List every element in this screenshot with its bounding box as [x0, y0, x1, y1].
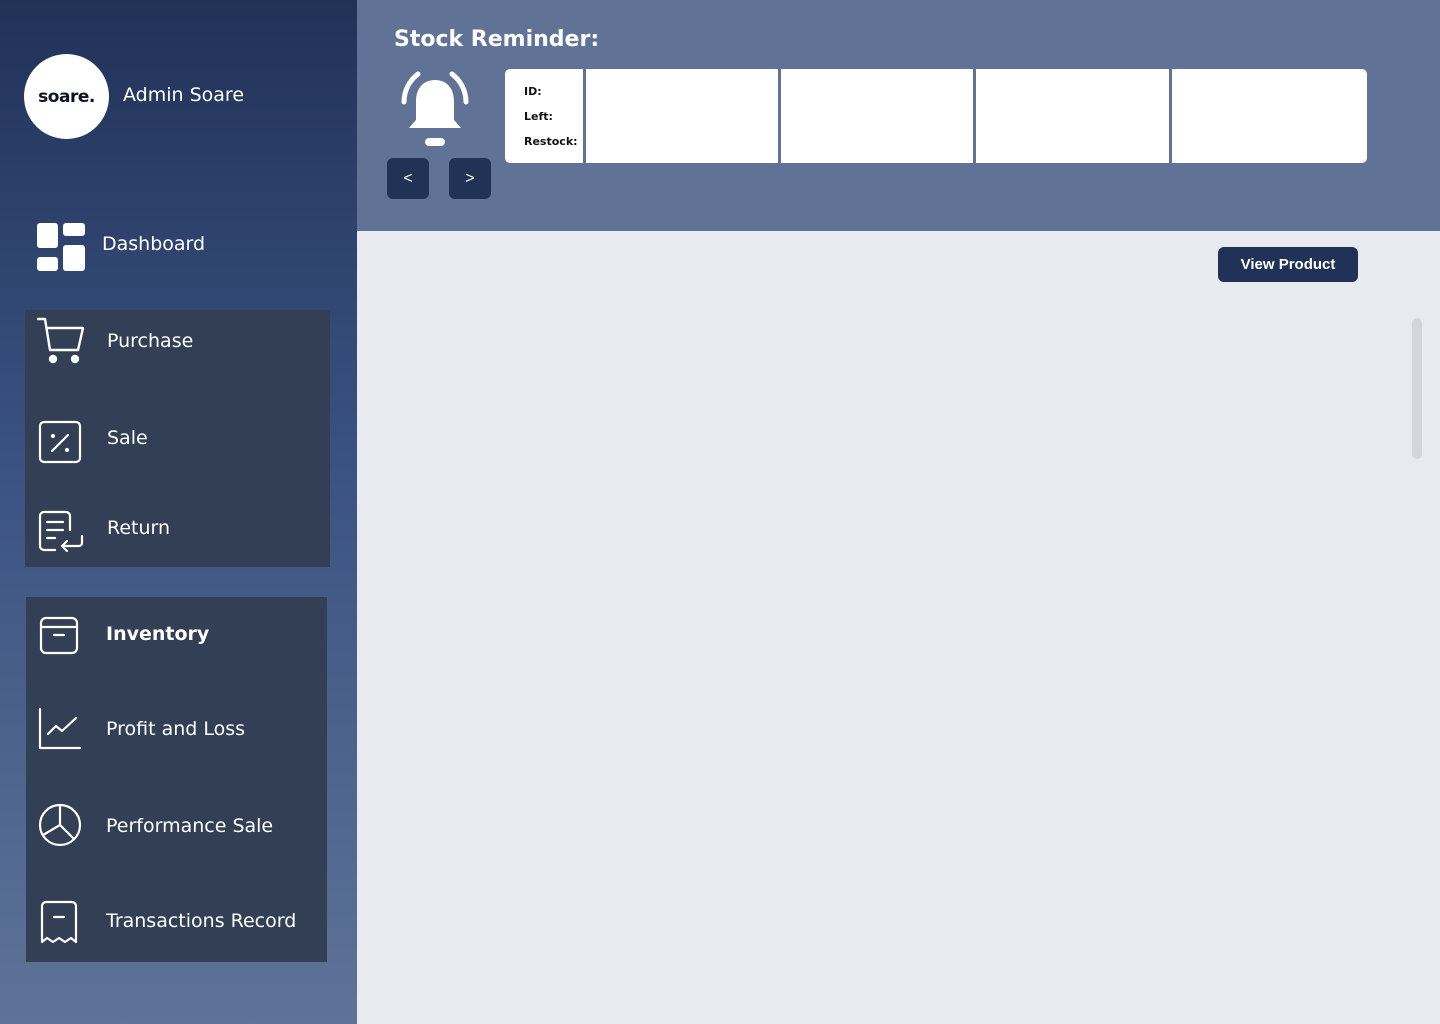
nav-label-sale: Sale — [107, 427, 148, 449]
admin-name: Admin Soare — [123, 84, 245, 106]
stock-reminder-header: Stock Reminder: < > ID: Left: Restock: — [357, 0, 1440, 231]
cart-icon — [37, 317, 85, 364]
return-receipt-icon — [38, 510, 84, 553]
nav-label-inventory: Inventory — [106, 623, 210, 645]
logo-text: soare. — [38, 86, 95, 107]
nav-item-transactions-record[interactable]: Transactions Record — [26, 880, 327, 962]
stock-reminder-card: ID: Left: Restock: — [505, 69, 1367, 163]
view-product-button[interactable]: View Product — [1218, 247, 1358, 282]
reminder-id-label: ID: — [524, 85, 542, 98]
next-button[interactable]: > — [449, 158, 491, 199]
nav-item-performance-sale[interactable]: Performance Sale — [26, 783, 327, 880]
nav-item-sale[interactable]: Sale — [25, 396, 330, 482]
line-chart-icon — [38, 707, 82, 750]
nav-item-purchase[interactable]: Purchase — [25, 310, 330, 396]
nav-label-purchase: Purchase — [107, 330, 194, 352]
nav-group-reports: Inventory Profit and Loss Performance Sa… — [26, 597, 327, 962]
dashboard-icon — [37, 223, 85, 271]
box-icon — [39, 616, 79, 655]
nav-label-transactions-record: Transactions Record — [106, 910, 297, 932]
reminder-slot — [778, 69, 974, 163]
reminder-slot — [583, 69, 779, 163]
prev-button[interactable]: < — [387, 158, 429, 199]
nav-label-performance-sale: Performance Sale — [106, 815, 274, 837]
percent-icon — [38, 420, 82, 464]
nav-item-return[interactable]: Return — [25, 482, 330, 567]
nav-item-inventory[interactable]: Inventory — [26, 597, 327, 687]
reminder-restock-label: Restock: — [524, 135, 578, 148]
pie-chart-icon — [38, 803, 82, 847]
receipt-icon — [40, 900, 78, 944]
nav-label-profit-and-loss: Profit and Loss — [106, 718, 246, 740]
reminder-slot — [1169, 69, 1367, 163]
stock-reminder-title: Stock Reminder: — [394, 27, 600, 52]
nav-label-return: Return — [107, 517, 171, 539]
reminder-field-labels: ID: Left: Restock: — [505, 69, 585, 163]
nav-item-dashboard[interactable]: Dashboard — [25, 212, 330, 282]
nav-group-transactions: Purchase Sale Return — [25, 310, 330, 567]
nav-item-profit-and-loss[interactable]: Profit and Loss — [26, 687, 327, 783]
reminder-left-label: Left: — [524, 110, 553, 123]
sidebar: soare. Admin Soare Dashboard Purchase Sa… — [0, 0, 357, 1024]
nav-label-dashboard: Dashboard — [102, 233, 206, 255]
logo: soare. — [24, 54, 109, 139]
bell-icon — [401, 71, 469, 146]
reminder-slot — [973, 69, 1170, 163]
scrollbar[interactable] — [1412, 318, 1422, 459]
